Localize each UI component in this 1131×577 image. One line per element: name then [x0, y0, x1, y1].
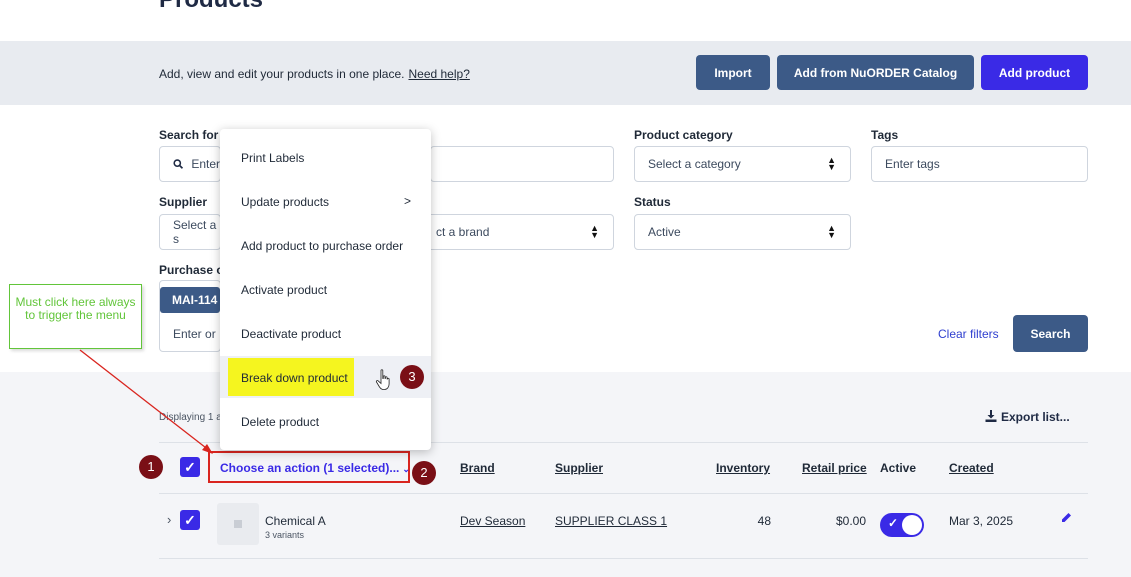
search-label: Search for — [159, 128, 219, 142]
toggle-knob — [902, 515, 922, 535]
row-checkbox[interactable]: ✓ — [180, 510, 200, 530]
edit-pencil-icon[interactable] — [1060, 512, 1072, 524]
column-inventory[interactable]: Inventory — [716, 461, 770, 475]
status-value: Active — [648, 225, 681, 239]
product-variants: 3 variants — [265, 530, 305, 540]
page-title: Products — [159, 0, 263, 14]
expand-row-icon[interactable]: › — [167, 512, 171, 527]
supplier-label: Supplier — [159, 195, 208, 209]
instruction-callout: Must click here always to trigger the me… — [9, 284, 142, 349]
active-toggle[interactable]: ✓ — [880, 513, 924, 537]
purchase-order-label: Purchase o — [159, 263, 224, 277]
banner-text: Add, view and edit your products in one … — [159, 67, 470, 81]
row-inventory: 48 — [757, 514, 771, 528]
step-badge-3: 3 — [400, 365, 424, 389]
search-icon — [173, 159, 184, 169]
search-input-right[interactable] — [430, 146, 614, 182]
info-banner: Add, view and edit your products in one … — [0, 41, 1131, 105]
select-all-checkbox[interactable]: ✓ — [180, 457, 200, 477]
status-select[interactable]: Active ▲ ▼ — [634, 214, 851, 250]
purchase-order-chip[interactable]: MAI-114 — [160, 287, 220, 313]
menu-item-delete-product[interactable]: Delete product — [241, 415, 319, 429]
add-product-button[interactable]: Add product — [981, 55, 1088, 90]
brand-value: ct a brand — [436, 225, 490, 239]
hand-cursor-icon — [375, 369, 390, 390]
need-help-link[interactable]: Need help? — [408, 67, 469, 81]
purchase-order-placeholder: Enter or — [173, 327, 216, 341]
search-button[interactable]: Search — [1013, 315, 1088, 352]
row-created: Mar 3, 2025 — [949, 514, 1014, 528]
category-value: Select a category — [648, 157, 741, 171]
row-brand[interactable]: Dev Season — [460, 514, 525, 528]
check-icon: ✓ — [888, 516, 899, 530]
search-input[interactable]: Enter — [159, 146, 221, 182]
menu-item-break-down-product[interactable]: Break down product — [241, 371, 348, 385]
step-badge-2: 2 — [412, 461, 436, 485]
select-arrows-icon: ▲ ▼ — [827, 155, 836, 172]
brand-select[interactable]: ct a brand ▲ ▼ — [400, 214, 614, 250]
select-arrows-icon: ▲ ▼ — [590, 223, 599, 240]
select-arrows-icon: ▲ ▼ — [827, 223, 836, 240]
category-label: Product category — [634, 128, 733, 142]
download-icon — [985, 410, 997, 422]
products-page: Products Add, view and edit your product… — [0, 0, 1131, 577]
search-placeholder: Enter — [191, 157, 220, 171]
menu-item-activate-product[interactable]: Activate product — [241, 283, 327, 297]
column-active: Active — [880, 461, 917, 475]
product-thumbnail — [217, 503, 259, 545]
tags-placeholder: Enter tags — [885, 157, 940, 171]
step-badge-1: 1 — [139, 455, 163, 479]
chevron-down-icon: ⌄ — [402, 464, 410, 474]
menu-item-add-to-purchase-order[interactable]: Add product to purchase order — [241, 239, 403, 253]
supplier-select[interactable]: Select a s — [159, 214, 221, 250]
export-list-button[interactable]: Export list... — [985, 410, 1070, 424]
column-created[interactable]: Created — [949, 461, 994, 475]
export-list-label: Export list... — [1001, 410, 1070, 424]
category-select[interactable]: Select a category ▲ ▼ — [634, 146, 851, 182]
choose-action-select[interactable]: Choose an action (1 selected)... ⌄ — [220, 461, 410, 475]
banner-description: Add, view and edit your products in one … — [159, 67, 405, 81]
status-label: Status — [634, 195, 671, 209]
choose-action-label: Choose an action (1 selected)... — [220, 461, 400, 475]
clear-filters-link[interactable]: Clear filters — [938, 327, 999, 341]
column-supplier[interactable]: Supplier — [555, 461, 603, 475]
displaying-count: Displaying 1 a — [159, 412, 222, 423]
menu-item-deactivate-product[interactable]: Deactivate product — [241, 327, 341, 341]
column-retail-price[interactable]: Retail price — [802, 461, 867, 475]
tags-label: Tags — [871, 128, 899, 142]
row-supplier[interactable]: SUPPLIER CLASS 1 — [555, 514, 667, 528]
import-button[interactable]: Import — [696, 55, 770, 90]
chevron-right-icon: > — [404, 194, 412, 208]
row-divider — [159, 558, 1088, 559]
row-divider — [159, 493, 1088, 494]
tags-input[interactable]: Enter tags — [871, 146, 1088, 182]
column-brand[interactable]: Brand — [460, 461, 495, 475]
row-retail-price: $0.00 — [835, 514, 866, 528]
product-name[interactable]: Chemical A — [265, 514, 326, 528]
supplier-value: Select a s — [173, 218, 217, 246]
add-from-catalog-button[interactable]: Add from NuORDER Catalog — [777, 55, 974, 90]
menu-item-update-products[interactable]: Update products — [241, 195, 329, 209]
action-menu: Print Labels Update products > Add produ… — [220, 129, 431, 450]
image-placeholder-icon — [234, 520, 242, 528]
menu-item-print-labels[interactable]: Print Labels — [241, 151, 304, 165]
